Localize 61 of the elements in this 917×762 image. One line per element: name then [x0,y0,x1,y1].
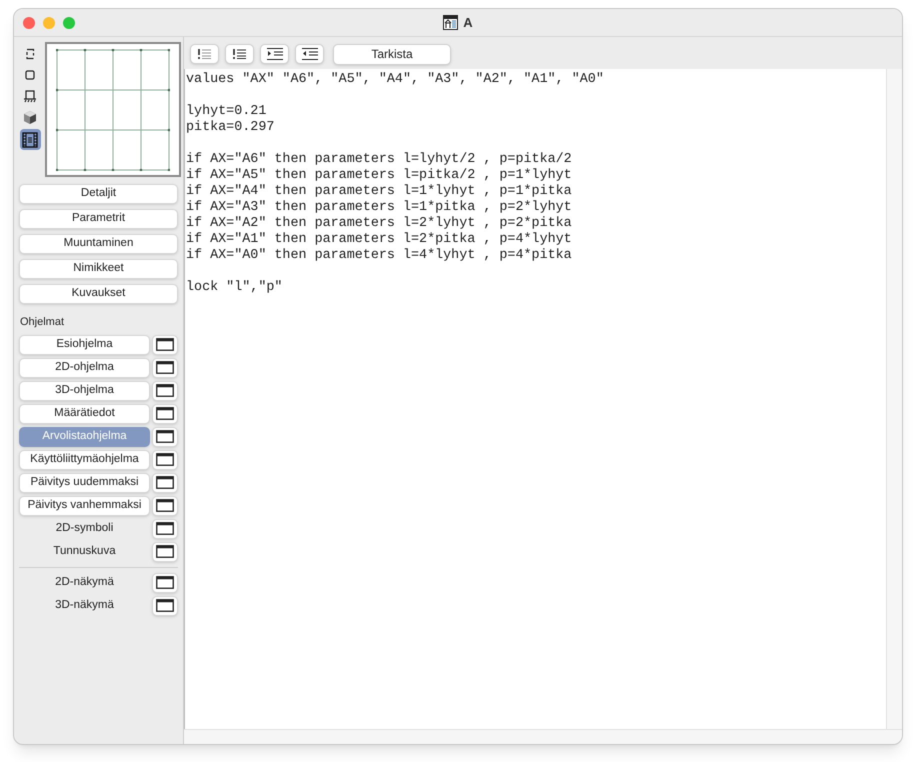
window-icon [156,499,174,512]
open-window-button[interactable] [152,450,178,470]
indent-button[interactable] [260,44,289,64]
open-window-button[interactable] [152,572,178,592]
window-icon [156,599,174,612]
outdent-button[interactable] [295,44,324,64]
cube-icon [23,110,37,124]
list-icon [232,49,246,59]
program-button[interactable]: Esiohjelma [19,334,150,354]
document-icon [443,15,458,30]
film-icon [22,132,38,148]
program-button[interactable]: Päivitys vanhemmaksi [19,496,150,516]
section-heading: Ohjelmat [19,315,66,330]
window-icon [156,361,174,374]
program-button[interactable]: Tunnuskuva [19,542,150,562]
horizontal-scrollbar[interactable] [184,729,902,744]
code-text: values "AX" "A6", "A5", "A4", "A3", "A2", "A1", "A0" lyhyt=0.21 pitka=0.297 if AX="A6" then parameters l=lyhyt/2 , p=pitka/2 if AX="A5" then parameters l=pitka/2 , p=1*lyhyt if AX="A4" then parameters l=1*lyhyt , p=1*pitka if AX="A3" then parameters l=1*pitka , p=2*lyhyt if AX="A2" then parameters l=2*lyhyt , p=2*pitka if AX="A1" then parameters l=2*pitka , p=4*lyhyt if AX="A0" then parameters l=4*lyhyt , p=4*pitka lock "l","p" [185,72,605,296]
program-button[interactable]: 2D-symboli [19,518,150,538]
support-icon [23,90,37,102]
open-window-button[interactable] [152,518,178,538]
program-button[interactable]: 3D-ohjelma [19,380,150,400]
section-button[interactable]: Nimikkeet [19,259,178,279]
open-window-button[interactable] [152,542,178,562]
section-button[interactable]: Kuvaukset [19,284,178,304]
program-button[interactable]: 3D-näkymä [19,596,150,616]
window-icon [156,430,174,443]
view-button[interactable] [20,129,40,150]
window-icon [156,522,174,535]
outline-icon [24,48,36,60]
program-button[interactable]: 2D-näkymä [19,572,150,592]
window-icon [156,476,174,489]
section-button[interactable]: Parametrit [19,209,178,229]
window-icon [156,338,174,351]
open-window-button[interactable] [152,380,178,400]
open-window-button[interactable] [152,472,178,492]
vertical-scrollbar[interactable] [886,69,902,729]
check-button[interactable]: Tarkista [333,44,451,64]
outdent-icon [302,48,318,60]
window-title: A [463,14,473,32]
window-icon [156,384,174,397]
open-window-button[interactable] [152,426,178,446]
program-button[interactable]: 2D-ohjelma [19,358,150,378]
close-button[interactable] [23,16,35,28]
window-icon [156,407,174,420]
open-window-button[interactable] [152,358,178,378]
window-icon [156,576,174,589]
window-icon [156,453,174,466]
program-button[interactable]: Määrätiedot [19,404,150,424]
program-button[interactable]: Käyttöliittymäohjelma [19,450,150,470]
section-button[interactable]: Muuntaminen [19,234,178,254]
open-window-button[interactable] [152,334,178,354]
indent-icon [266,48,282,60]
toolbar-button[interactable] [225,44,254,64]
open-window-button[interactable] [152,404,178,424]
list-icon [198,49,212,59]
window-icon [156,545,174,558]
program-button[interactable]: Päivitys uudemmaksi [19,472,150,492]
open-window-button[interactable] [152,496,178,516]
open-window-button[interactable] [152,596,178,616]
square-icon [25,70,35,80]
section-button[interactable]: Detaljit [19,184,178,204]
